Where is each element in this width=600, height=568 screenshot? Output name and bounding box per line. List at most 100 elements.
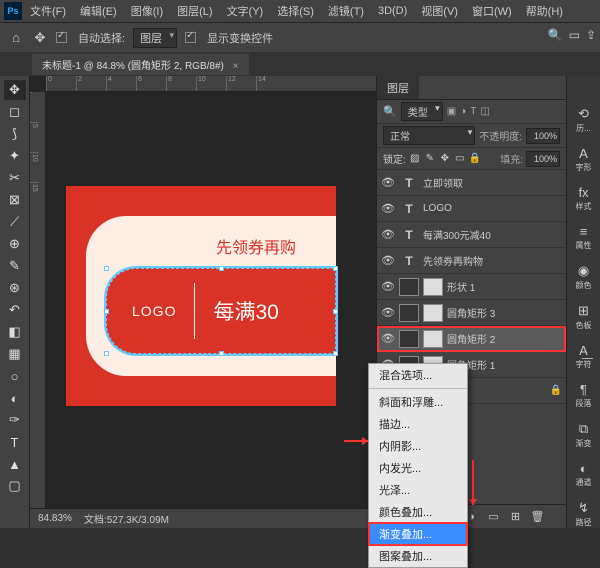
panel-shortcut[interactable]: fx样式 xyxy=(569,185,599,212)
panel-shortcut[interactable]: ⧉渐变 xyxy=(569,421,599,449)
panel-shortcut[interactable]: ≡属性 xyxy=(569,224,599,251)
menu-type[interactable]: 文字(Y) xyxy=(221,1,270,21)
show-transform-checkbox[interactable] xyxy=(185,32,196,43)
transform-handle[interactable] xyxy=(219,351,224,356)
marquee-tool[interactable]: ◻ xyxy=(4,102,26,122)
menu-filter[interactable]: 滤镜(T) xyxy=(322,1,370,21)
transform-handle[interactable] xyxy=(104,309,109,314)
layers-tab[interactable]: 图层 xyxy=(377,76,419,99)
lock-all-icon[interactable]: 🔒 xyxy=(469,153,481,164)
brush-tool[interactable]: ✎ xyxy=(4,256,26,276)
layer-row[interactable]: 👁圆角矩形 2 xyxy=(377,326,566,352)
filter-type-select[interactable]: 类型 xyxy=(401,102,443,121)
visibility-icon[interactable]: 👁 xyxy=(381,202,395,215)
search-icon[interactable]: 🔍 xyxy=(383,105,397,118)
delete-layer-icon[interactable]: 🗑 xyxy=(530,510,546,523)
visibility-icon[interactable]: 👁 xyxy=(381,254,395,267)
fx-bevel[interactable]: 斜面和浮雕... xyxy=(369,391,467,413)
lasso-tool[interactable]: ⟆ xyxy=(4,124,26,144)
fx-satin[interactable]: 光泽... xyxy=(369,479,467,501)
panel-shortcut[interactable]: ↯路径 xyxy=(569,500,599,528)
fill-input[interactable] xyxy=(526,151,560,167)
menu-view[interactable]: 视图(V) xyxy=(415,1,464,21)
layer-row[interactable]: 👁圆角矩形 3 xyxy=(377,300,566,326)
visibility-icon[interactable]: 👁 xyxy=(381,280,395,293)
gradient-tool[interactable]: ▦ xyxy=(4,344,26,364)
visibility-icon[interactable]: 👁 xyxy=(381,228,395,241)
filter-icon[interactable]: ◫ xyxy=(480,106,489,117)
eraser-tool[interactable]: ◧ xyxy=(4,322,26,342)
autoselect-checkbox[interactable] xyxy=(56,32,67,43)
panel-shortcut[interactable]: A͟字符 xyxy=(569,343,599,370)
pen-tool[interactable]: ✑ xyxy=(4,410,26,430)
transform-handle[interactable] xyxy=(104,351,109,356)
layer-row[interactable]: 👁形状 1 xyxy=(377,274,566,300)
filter-icon[interactable]: ◑ xyxy=(460,106,466,117)
workspace-icon[interactable]: ▭ xyxy=(569,28,580,42)
menu-help[interactable]: 帮助(H) xyxy=(520,1,569,21)
document-canvas[interactable]: 先领券再购 LOGO 每满30 xyxy=(66,186,336,406)
visibility-icon[interactable]: 👁 xyxy=(381,332,395,345)
opacity-input[interactable] xyxy=(526,128,560,144)
fx-inner-glow[interactable]: 内发光... xyxy=(369,457,467,479)
fx-stroke[interactable]: 描边... xyxy=(369,413,467,435)
wand-tool[interactable]: ✦ xyxy=(4,146,26,166)
menu-file[interactable]: 文件(F) xyxy=(24,1,72,21)
panel-shortcut[interactable]: ⟲历... xyxy=(569,106,599,134)
search-icon[interactable]: 🔍 xyxy=(548,28,563,42)
lock-artboard-icon[interactable]: ▭ xyxy=(454,153,466,164)
panel-shortcut[interactable]: ⊞色板 xyxy=(569,303,599,331)
panel-shortcut[interactable]: ◐通道 xyxy=(569,461,599,488)
menu-window[interactable]: 窗口(W) xyxy=(466,1,518,21)
share-icon[interactable]: ⇪ xyxy=(586,28,596,42)
autoselect-target[interactable]: 图层 xyxy=(133,28,177,48)
visibility-icon[interactable]: 👁 xyxy=(381,176,395,189)
layer-row[interactable]: 👁T先领券再购物 xyxy=(377,248,566,274)
fx-pattern-overlay[interactable]: 图案叠加... xyxy=(369,545,467,567)
eyedropper-tool[interactable]: ⟋ xyxy=(4,212,26,232)
filter-icon[interactable]: ▣ xyxy=(447,106,456,117)
selected-shape[interactable]: LOGO 每满30 xyxy=(106,268,336,354)
filter-icon[interactable]: T xyxy=(470,106,476,117)
document-tab[interactable]: 未标题-1 @ 84.8% (圆角矩形 2, RGB/8#) × xyxy=(32,54,249,75)
healing-tool[interactable]: ⊕ xyxy=(4,234,26,254)
lock-brush-icon[interactable]: ✎ xyxy=(424,153,436,164)
menu-select[interactable]: 选择(S) xyxy=(271,1,320,21)
fx-color-overlay[interactable]: 颜色叠加... xyxy=(369,501,467,523)
blend-mode-select[interactable]: 正常 xyxy=(383,126,475,145)
blur-tool[interactable]: ○ xyxy=(4,366,26,386)
fx-inner-shadow[interactable]: 内阴影... xyxy=(369,435,467,457)
menu-edit[interactable]: 编辑(E) xyxy=(74,1,123,21)
transform-handle[interactable] xyxy=(333,309,338,314)
transform-handle[interactable] xyxy=(333,266,338,271)
visibility-icon[interactable]: 👁 xyxy=(381,306,395,319)
zoom-level[interactable]: 84.83% xyxy=(38,513,72,524)
menu-3d[interactable]: 3D(D) xyxy=(372,3,413,19)
transform-handle[interactable] xyxy=(333,351,338,356)
shape-tool[interactable]: ▢ xyxy=(4,476,26,496)
crop-tool[interactable]: ✂ xyxy=(4,168,26,188)
lock-pixels-icon[interactable]: ▨ xyxy=(409,153,421,164)
transform-handle[interactable] xyxy=(219,266,224,271)
new-group-icon[interactable]: ▭ xyxy=(486,510,502,523)
layer-row[interactable]: 👁T每满300元减40 xyxy=(377,222,566,248)
panel-shortcut[interactable]: A字形 xyxy=(569,146,599,173)
transform-handle[interactable] xyxy=(104,266,109,271)
frame-tool[interactable]: ⊠ xyxy=(4,190,26,210)
type-tool[interactable]: T xyxy=(4,432,26,452)
stamp-tool[interactable]: ⊛ xyxy=(4,278,26,298)
lock-position-icon[interactable]: ✥ xyxy=(439,153,451,164)
move-tool[interactable]: ✥ xyxy=(4,80,26,100)
menu-image[interactable]: 图像(I) xyxy=(125,1,169,21)
home-icon[interactable]: ⌂ xyxy=(8,30,24,46)
layer-row[interactable]: 👁T立即领取 xyxy=(377,170,566,196)
fx-gradient-overlay[interactable]: 渐变叠加... xyxy=(369,523,467,545)
panel-shortcut[interactable]: ◉颜色 xyxy=(569,263,599,291)
layer-row[interactable]: 👁TLOGO xyxy=(377,196,566,222)
path-select-tool[interactable]: ▲ xyxy=(4,454,26,474)
new-layer-icon[interactable]: ⊞ xyxy=(508,510,524,523)
dodge-tool[interactable]: ◐ xyxy=(4,388,26,408)
menu-layer[interactable]: 图层(L) xyxy=(171,1,218,21)
history-brush-tool[interactable]: ↶ xyxy=(4,300,26,320)
panel-shortcut[interactable]: ¶段落 xyxy=(569,382,599,409)
